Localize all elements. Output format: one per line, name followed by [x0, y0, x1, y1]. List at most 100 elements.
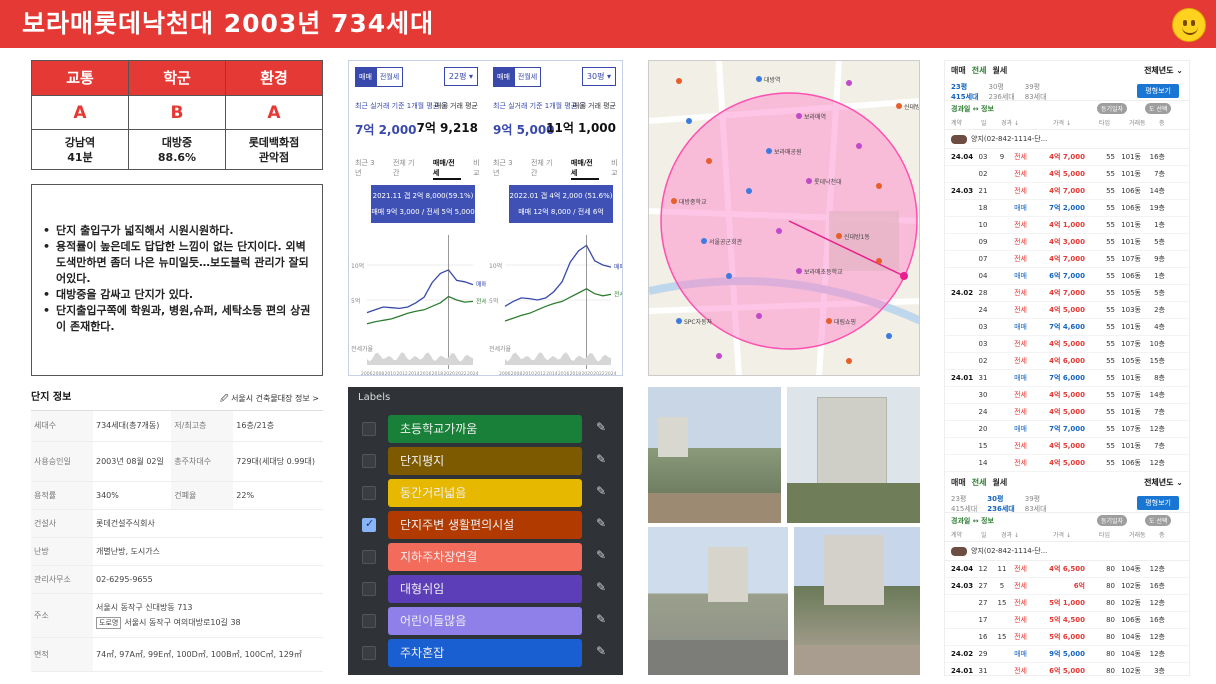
sort-label[interactable]: 경과일 ↔ 정보 [951, 516, 994, 525]
period-select[interactable]: 전체년도 ⌄ [1144, 477, 1183, 488]
map-pin-icon[interactable] [766, 148, 772, 154]
size-view-button[interactable]: 평형보기 [1137, 496, 1179, 510]
column-header[interactable]: 경과 ↓ [1001, 530, 1053, 539]
map-pin-icon[interactable] [676, 318, 682, 324]
edit-pencil-icon[interactable]: ✎ [596, 420, 606, 434]
tab-sale-rent[interactable]: 매매/전세 [570, 158, 600, 180]
column-header[interactable]: 계약 [951, 118, 981, 127]
tab-all[interactable]: 전체 기간 [393, 158, 421, 180]
map-pin-icon[interactable] [796, 268, 802, 274]
map-pin-icon[interactable] [676, 78, 682, 84]
period-select[interactable]: 전체년도 ⌄ [1144, 65, 1183, 76]
size-tab[interactable]: 23평 415세대 [951, 82, 979, 101]
sort-label[interactable]: 경과일 ↔ 정보 [951, 104, 994, 113]
tab-compare[interactable]: 비교 [473, 158, 486, 180]
label-checkbox[interactable] [362, 454, 376, 468]
table-row[interactable]: 17 전세 5억 4,500 80 106동 16층 [945, 612, 1189, 629]
filter-pill[interactable]: 등기일자 [1097, 515, 1128, 526]
map-pin-icon[interactable] [671, 198, 677, 204]
label-checkbox[interactable] [362, 582, 376, 596]
table-row[interactable]: 24.01 31 전세 6억 5,000 80 102동 3층 [945, 663, 1189, 675]
table-row[interactable]: 24.04 03 9 전세 4억 7,000 55 101동 16층 [945, 149, 1189, 166]
map-pin-icon[interactable] [876, 258, 882, 264]
map-pin-icon[interactable] [776, 228, 782, 234]
tab-deal-type[interactable]: 월세 [992, 65, 1007, 76]
area-map[interactable]: 대방역신대방삼거리역보라매역보라매공원대방중학교 롯데낙천대서울공군회관 신대방1동… [648, 60, 920, 376]
map-pin-icon[interactable] [701, 238, 707, 244]
table-row[interactable]: 20 매매 7억 7,000 55 107동 12층 [945, 421, 1189, 438]
label-checkbox[interactable] [362, 550, 376, 564]
edit-pencil-icon[interactable]: ✎ [596, 548, 606, 562]
tab-compare[interactable]: 비교 [611, 158, 622, 180]
column-header[interactable]: 가격 ↓ [1053, 118, 1099, 127]
label-checkbox[interactable] [362, 614, 376, 628]
table-row[interactable]: 15 전세 4억 5,000 55 101동 7층 [945, 438, 1189, 455]
edit-pencil-icon[interactable]: ✎ [596, 516, 606, 530]
tab-3y[interactable]: 최근 3년 [355, 158, 381, 180]
map-pin-icon[interactable] [686, 118, 692, 124]
column-header[interactable]: 타입 [1099, 118, 1129, 127]
tab-deal-type[interactable]: 월세 [992, 477, 1007, 488]
column-header[interactable]: 층 [1159, 530, 1183, 539]
table-row[interactable]: 02 전세 4억 5,000 55 101동 7층 [945, 166, 1189, 183]
column-header[interactable]: 일 [981, 118, 1001, 127]
map-pin-icon[interactable] [716, 353, 722, 359]
table-row[interactable]: 09 전세 4억 3,000 55 101동 5층 [945, 234, 1189, 251]
label-chip[interactable]: 단지평지 [388, 447, 582, 475]
tab-rent[interactable]: 전월세 [513, 67, 542, 87]
table-row[interactable]: 30 전세 4억 5,000 55 107동 14층 [945, 387, 1189, 404]
table-row[interactable]: 24 전세 4억 5,000 55 103동 2층 [945, 302, 1189, 319]
tab-3y[interactable]: 최근 3년 [493, 158, 519, 180]
table-row[interactable]: 16 15 전세 5억 6,000 80 104동 12층 [945, 629, 1189, 646]
table-row[interactable]: 03 전세 4억 5,000 55 107동 10층 [945, 336, 1189, 353]
map-pin-icon[interactable] [756, 313, 762, 319]
tab-sale[interactable]: 매매 [493, 67, 514, 87]
table-row[interactable]: 24 전세 4억 5,000 55 101동 7층 [945, 404, 1189, 421]
map-pin-icon[interactable] [746, 188, 752, 194]
size-tab[interactable]: 30평 236세대 [989, 82, 1015, 101]
column-header[interactable]: 일 [981, 530, 1001, 539]
size-select[interactable]: 22평 ▾ [443, 67, 478, 86]
table-row[interactable]: 24.03 27 5 전세 6억 80 102동 16층 [945, 578, 1189, 595]
map-pin-icon[interactable] [836, 233, 842, 239]
filter-pill[interactable]: 등기일자 [1097, 103, 1128, 114]
size-view-button[interactable]: 평형보기 [1137, 84, 1179, 98]
filter-pill[interactable]: 도 선택 [1145, 515, 1172, 526]
edit-pencil-icon[interactable]: ✎ [596, 580, 606, 594]
column-header[interactable]: 계약 [951, 530, 981, 539]
column-header[interactable]: 경과 ↓ [1001, 118, 1053, 127]
table-row[interactable]: 24.01 31 매매 7억 6,000 55 101동 8층 [945, 370, 1189, 387]
tab-sale-rent[interactable]: 매매/전세 [432, 158, 462, 180]
label-checkbox[interactable] [362, 422, 376, 436]
map-pin-icon[interactable] [846, 80, 852, 86]
label-chip[interactable]: 어린이들많음 [388, 607, 582, 635]
label-checkbox[interactable] [362, 646, 376, 660]
edit-pencil-icon[interactable]: ✎ [596, 484, 606, 498]
column-header[interactable]: 거래동 [1129, 530, 1159, 539]
edit-pencil-icon[interactable]: ✎ [596, 612, 606, 626]
map-pin-icon[interactable] [756, 76, 762, 82]
table-row[interactable]: 03 매매 7억 4,600 55 101동 4층 [945, 319, 1189, 336]
map-pin-icon[interactable] [886, 333, 892, 339]
map-pin-icon[interactable] [796, 113, 802, 119]
map-pin-icon[interactable] [726, 273, 732, 279]
table-row[interactable]: 27 15 전세 5억 1,000 80 102동 12층 [945, 595, 1189, 612]
table-row[interactable]: 24.02 29 매매 9억 5,000 80 104동 12층 [945, 646, 1189, 663]
map-pin-icon[interactable] [846, 358, 852, 364]
edit-pencil-icon[interactable]: ✎ [596, 644, 606, 658]
label-chip[interactable]: 단지주변 생활편의시설 [388, 511, 582, 539]
map-pin-icon[interactable] [706, 158, 712, 164]
map-pin-icon[interactable] [856, 143, 862, 149]
edit-pencil-icon[interactable]: ✎ [596, 452, 606, 466]
label-checkbox[interactable] [362, 517, 376, 532]
tab-deal-type[interactable]: 전세 [972, 65, 987, 76]
label-chip[interactable]: 동간거리넓음 [388, 479, 582, 507]
column-header[interactable]: 가격 ↓ [1053, 530, 1099, 539]
tab-sale[interactable]: 매매 [355, 67, 376, 87]
size-tab[interactable]: 39평 83세대 [1025, 82, 1047, 101]
table-row[interactable]: 18 매매 7억 2,000 55 106동 19층 [945, 200, 1189, 217]
map-pin-icon[interactable] [876, 183, 882, 189]
tab-deal-type[interactable]: 매매 [951, 477, 966, 488]
map-pin-icon[interactable] [826, 318, 832, 324]
size-tab[interactable]: 39평 83세대 [1025, 494, 1047, 513]
